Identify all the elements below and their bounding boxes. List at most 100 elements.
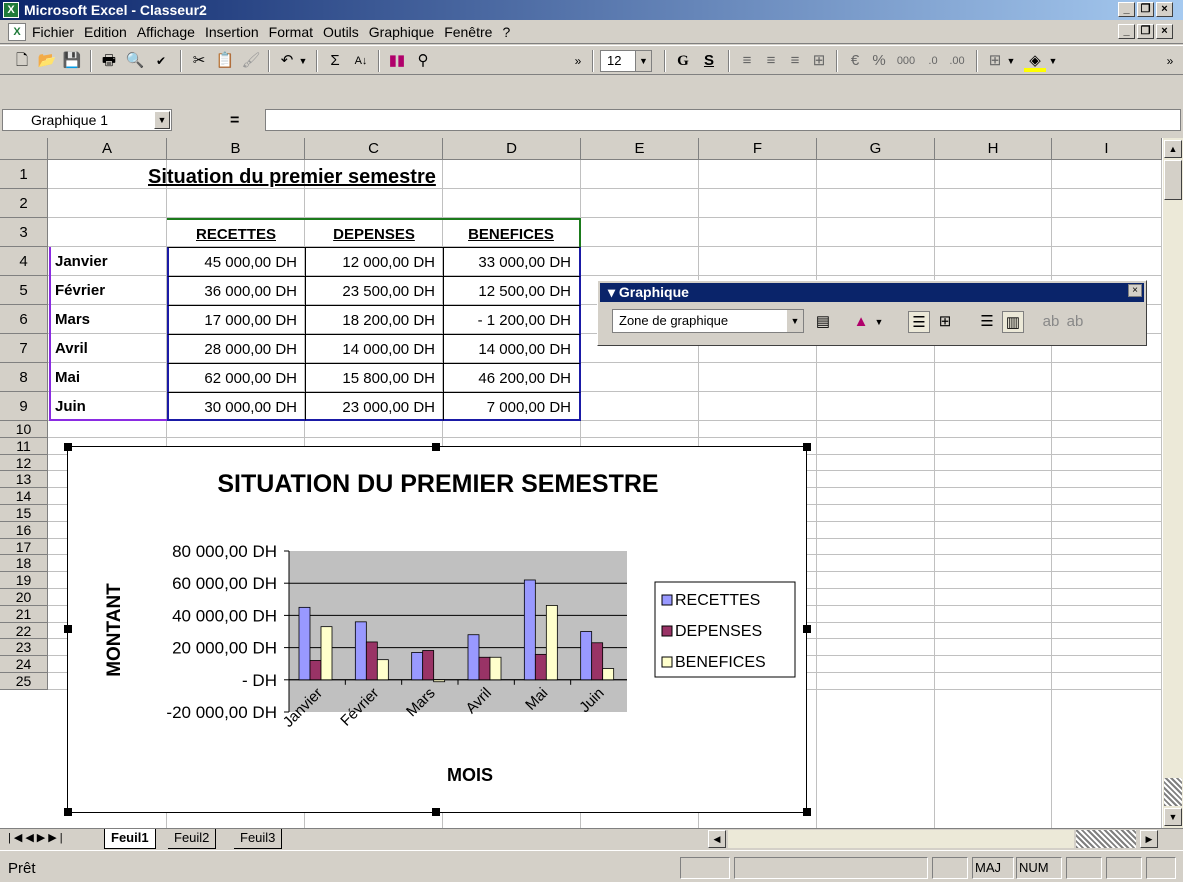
row-header-8[interactable]: 8 (0, 363, 48, 392)
value-recettes[interactable]: 28 000,00 DH (167, 334, 305, 363)
merge-center-icon[interactable]: ⊞ (808, 50, 830, 72)
value-benefices[interactable]: - 1 200,00 DH (443, 305, 581, 334)
format-painter-icon[interactable]: 🖌 (240, 50, 262, 72)
scroll-left-icon[interactable]: ◀ (708, 830, 726, 848)
save-icon[interactable]: 💾 (62, 50, 82, 72)
open-icon[interactable]: 📂 (36, 50, 58, 72)
column-header-c[interactable]: C (305, 138, 443, 160)
month-label[interactable]: Avril (49, 334, 167, 363)
workbook-icon[interactable]: X (8, 23, 26, 41)
y-tick-label[interactable]: 60 000,00 DH (172, 574, 277, 593)
chart-type-icon[interactable]: ▲ (848, 311, 874, 333)
vertical-scrollbar[interactable]: ▲ ▼ (1162, 138, 1183, 828)
bar-benefices[interactable] (489, 656, 502, 681)
bar-depenses[interactable] (534, 653, 547, 681)
scroll-down-icon[interactable]: ▼ (1164, 808, 1182, 826)
scroll-right-icon[interactable]: ▶ (1140, 830, 1158, 848)
value-depenses[interactable]: 15 800,00 DH (305, 363, 443, 392)
column-header-g[interactable]: G (817, 138, 935, 160)
fill-color-icon[interactable]: ◈ (1024, 50, 1046, 72)
legend-swatch-recettes[interactable] (661, 594, 673, 606)
row-header-20[interactable]: 20 (0, 589, 48, 606)
legend-swatch-benefices[interactable] (661, 656, 673, 668)
value-depenses[interactable]: 23 000,00 DH (305, 392, 443, 421)
resize-handle[interactable] (64, 808, 72, 816)
restore-button[interactable]: ❐ (1137, 2, 1154, 17)
row-header-3[interactable]: 3 (0, 218, 48, 247)
menu-edition[interactable]: Edition (84, 24, 127, 40)
row-header-23[interactable]: 23 (0, 639, 48, 657)
row-header-2[interactable]: 2 (0, 189, 48, 218)
align-right-icon[interactable]: ≡ (784, 50, 806, 72)
data-table-icon[interactable]: ⊞ (934, 311, 956, 333)
legend-label-recettes[interactable]: RECETTES (675, 592, 760, 609)
borders-dropdown-icon[interactable]: ▼ (1006, 50, 1016, 72)
excel-app-icon[interactable]: X (3, 2, 19, 18)
by-row-icon[interactable]: ☰ (976, 311, 998, 333)
resize-handle[interactable] (64, 443, 72, 451)
value-recettes[interactable]: 45 000,00 DH (167, 247, 305, 276)
value-recettes[interactable]: 36 000,00 DH (167, 276, 305, 305)
header-depenses[interactable]: DEPENSES (305, 218, 443, 247)
row-header-22[interactable]: 22 (0, 622, 48, 640)
sort-ascending-icon[interactable]: A↓ (350, 50, 372, 72)
value-depenses[interactable]: 12 000,00 DH (305, 247, 443, 276)
bar-benefices[interactable] (602, 668, 615, 681)
chart-type-dropdown-icon[interactable]: ▼ (874, 311, 884, 333)
header-recettes[interactable]: RECETTES (167, 218, 305, 247)
cut-icon[interactable]: ✂ (188, 50, 210, 72)
align-center-icon[interactable]: ≡ (760, 50, 782, 72)
print-icon[interactable]: 🖶 (98, 50, 120, 72)
menu-fenetre[interactable]: Fenêtre (444, 24, 492, 40)
menu-insertion[interactable]: Insertion (205, 24, 259, 40)
percent-icon[interactable]: % (868, 50, 890, 72)
legend-icon[interactable]: ☰ (908, 311, 930, 333)
toolbar-more-icon[interactable]: » (570, 50, 586, 72)
increase-decimal-icon[interactable]: .0 (922, 50, 944, 72)
chart-title[interactable]: SITUATION DU PREMIER SEMESTRE (217, 470, 658, 498)
row-header-16[interactable]: 16 (0, 521, 48, 539)
y-tick-label[interactable]: 80 000,00 DH (172, 542, 277, 561)
format-chart-area-icon[interactable]: ▤ (812, 311, 834, 333)
tab-feuil1[interactable]: Feuil1 (104, 829, 156, 849)
resize-handle[interactable] (803, 443, 811, 451)
chevron-down-icon[interactable]: ▼ (635, 51, 651, 71)
align-left-icon[interactable]: ≡ (736, 50, 758, 72)
value-benefices[interactable]: 33 000,00 DH (443, 247, 581, 276)
tab-feuil3[interactable]: Feuil3 (234, 829, 283, 849)
minimize-button[interactable]: _ (1118, 2, 1135, 17)
row-header-14[interactable]: 14 (0, 488, 48, 505)
formula-input[interactable] (265, 109, 1181, 131)
undo-icon[interactable]: ↶ (276, 50, 298, 72)
fill-color-dropdown-icon[interactable]: ▼ (1048, 50, 1058, 72)
autosum-icon[interactable]: Σ (324, 50, 346, 72)
borders-icon[interactable]: ⊞ (984, 50, 1006, 72)
chart-area[interactable]: 80 000,00 DH 60 000,00 DH 40 000,00 DH 20 0… (67, 446, 807, 813)
column-header-e[interactable]: E (581, 138, 699, 160)
bar-depenses[interactable] (309, 660, 322, 681)
name-box[interactable]: Graphique 1 ▼ (2, 109, 172, 131)
bar-recettes[interactable] (298, 606, 311, 681)
menu-fichier[interactable]: Fichier (32, 24, 74, 40)
thousands-icon[interactable]: 000 (892, 50, 920, 72)
tab-navigation-icon[interactable]: |◀◀▶▶| (8, 831, 66, 844)
y-tick-label[interactable]: 20 000,00 DH (172, 639, 277, 658)
month-label[interactable]: Mars (49, 305, 167, 334)
resize-handle[interactable] (803, 808, 811, 816)
column-header-a[interactable]: A (48, 138, 167, 160)
legend-label-depenses[interactable]: DEPENSES (675, 623, 762, 640)
legend-swatch-depenses[interactable] (661, 625, 673, 637)
row-header-19[interactable]: 19 (0, 572, 48, 589)
row-header-7[interactable]: 7 (0, 334, 48, 363)
value-benefices[interactable]: 14 000,00 DH (443, 334, 581, 363)
horizontal-scrollbar[interactable] (728, 830, 1074, 848)
value-recettes[interactable]: 62 000,00 DH (167, 363, 305, 392)
close-icon[interactable]: × (1128, 284, 1142, 297)
font-size-select[interactable]: 12 ▼ (600, 50, 652, 72)
month-label[interactable]: Janvier (49, 247, 167, 276)
row-header-25[interactable]: 25 (0, 673, 48, 690)
resize-handle[interactable] (64, 625, 72, 633)
row-header-17[interactable]: 17 (0, 538, 48, 556)
angle-text-down-icon[interactable]: ab (1040, 311, 1062, 333)
scroll-thumb[interactable] (1164, 160, 1182, 200)
